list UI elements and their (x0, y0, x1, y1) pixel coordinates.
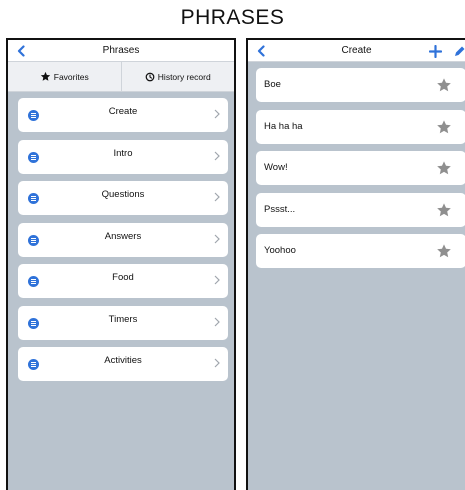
navbar: Phrases (8, 40, 234, 62)
phrase-item[interactable]: Boe (256, 68, 465, 102)
phrase-list: Boe Ha ha ha Wow! Pssst... Yoohoo (256, 68, 465, 276)
category-label: Timers (108, 313, 138, 325)
phrase-item[interactable]: Wow! (256, 151, 465, 185)
back-button[interactable] (12, 42, 30, 60)
screen-title: Phrases (102, 45, 140, 56)
navbar: Create (248, 40, 465, 62)
plus-icon (428, 44, 442, 58)
category-label: Questions (101, 189, 145, 200)
phrase-text: Wow! (264, 162, 288, 173)
pencil-icon (454, 46, 464, 56)
chevron-right-icon (214, 234, 220, 243)
category-item-timers[interactable]: Timers (18, 305, 228, 340)
favorite-star-icon[interactable] (436, 202, 452, 218)
tab-favorites[interactable]: Favorites (8, 62, 121, 91)
phrase-text: Yoohoo (264, 245, 296, 256)
category-label: Answers (104, 230, 142, 242)
phrase-text: Boe (264, 79, 281, 90)
tab-history-label: History record (157, 71, 211, 82)
favorite-star-icon[interactable] (436, 119, 452, 135)
chevron-left-icon (257, 45, 265, 57)
chevron-right-icon (214, 317, 220, 326)
phrases-screen: Phrases Favorites History record Create … (6, 38, 236, 490)
chevron-right-icon (214, 358, 220, 368)
phrase-item[interactable]: Ha ha ha (256, 109, 465, 144)
phrase-item[interactable]: Yoohoo (256, 234, 465, 268)
category-item-food[interactable]: Food (18, 264, 228, 298)
chevron-left-icon (17, 45, 25, 57)
chevron-right-icon (214, 109, 220, 119)
chevron-right-icon (214, 151, 220, 160)
chevron-right-icon (214, 192, 220, 202)
favorite-star-icon[interactable] (436, 160, 452, 176)
phrase-text: Pssst... (264, 203, 296, 215)
favorite-star-icon[interactable] (436, 243, 452, 259)
phrase-text: Ha ha ha (264, 120, 303, 132)
chevron-right-icon (214, 275, 220, 285)
screen-title: Create (341, 45, 372, 56)
category-item-intro[interactable]: Intro (18, 139, 228, 174)
tab-favorites-label: Favorites (53, 71, 89, 82)
category-item-activities[interactable]: Activities (18, 347, 228, 381)
tab-bar: Favorites History record (8, 62, 234, 92)
category-list: Create Intro Questions Answers Food Time… (18, 98, 228, 389)
tab-history-record[interactable]: History record (120, 62, 235, 91)
category-item-answers[interactable]: Answers (18, 222, 228, 257)
add-phrase-button[interactable] (426, 42, 444, 60)
star-icon (40, 71, 50, 81)
category-label: Create (108, 106, 138, 117)
edit-button[interactable] (450, 42, 465, 60)
category-label: Intro (113, 147, 133, 159)
create-screen: Create Boe Ha ha ha Wow! Pssst... Yoohoo (246, 38, 465, 490)
page-title: PHRASES (180, 6, 285, 29)
favorite-star-icon[interactable] (436, 77, 452, 93)
history-icon (145, 72, 155, 81)
category-item-create[interactable]: Create (18, 98, 228, 132)
category-item-questions[interactable]: Questions (18, 181, 228, 215)
category-label: Food (112, 272, 134, 283)
phrase-item[interactable]: Pssst... (256, 192, 465, 227)
category-label: Activities (104, 355, 142, 366)
back-button[interactable] (252, 42, 270, 60)
